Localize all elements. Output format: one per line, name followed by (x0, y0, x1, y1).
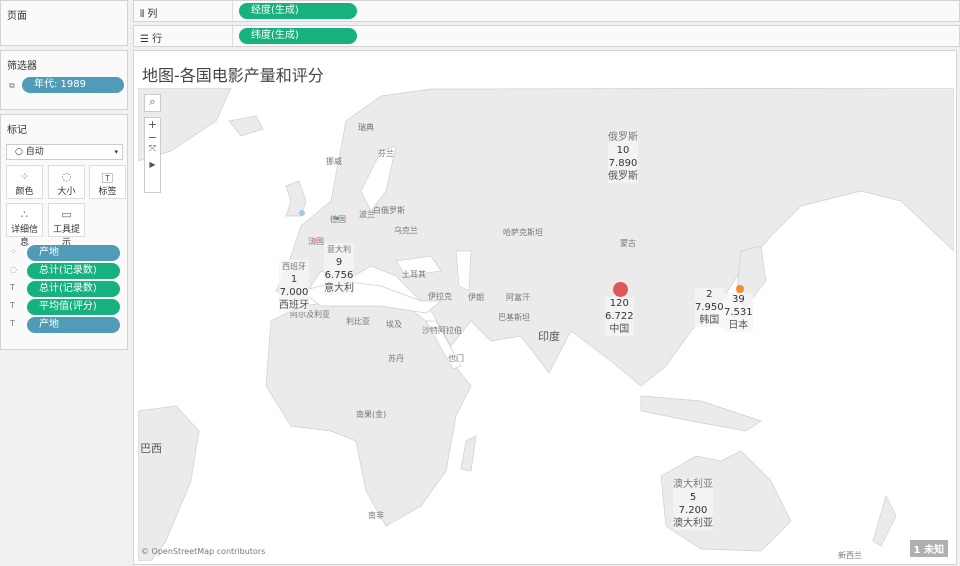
search-icon[interactable]: ⌕ (144, 94, 161, 112)
data-label-korea: 2 7.950 韩国 (695, 288, 724, 327)
field-pill-count-size[interactable]: 总计(记录数) (27, 263, 120, 279)
map-attribution[interactable]: © OpenStreetMap contributors (141, 547, 265, 556)
country-label: 巴西 (140, 442, 162, 455)
land-iceland (228, 115, 264, 137)
mark-type-value: 自动 (25, 147, 44, 157)
data-label-russia: 俄罗斯 10 7.890 俄罗斯 (608, 131, 638, 183)
mark-uk[interactable] (299, 210, 305, 216)
country-label: 白俄罗斯 (373, 206, 405, 215)
chevron-down-icon: ▾ (114, 148, 118, 156)
filter-pill-year[interactable]: 年代: 1989 (22, 77, 124, 93)
label-icon: 🅃 (102, 172, 113, 185)
field-pill-origin-label[interactable]: 产地 (27, 317, 120, 333)
color-icon: ⁘ (19, 170, 30, 183)
marks-card: 标记 ○ 自动 ▾ ⁘ 颜色 ◌ 大小 🅃 标签 ∴ 详细信息 ▭ 工具提示 ⁘ 产地 ◌ 总计… (0, 114, 128, 350)
data-label-china: 120 6.722 中国 (605, 297, 634, 336)
detail-button[interactable]: ∴ 详细信息 (6, 203, 43, 248)
filter-icon: ⧉ (9, 81, 15, 90)
unknown-badge[interactable]: 1 未知 (909, 540, 948, 557)
mark-france[interactable] (313, 238, 318, 243)
country-label: 印度 (538, 330, 560, 343)
label-icon: T (10, 319, 15, 328)
country-label: 挪威 (326, 157, 342, 166)
map-zoom-controls: + − ⤧ ▶ (144, 117, 161, 193)
columns-icon: ⫴ (140, 9, 145, 20)
data-label-italy: 意大利 9 6.756 意大利 (324, 243, 354, 295)
country-label: 也门 (448, 354, 464, 363)
data-label-spain: 西班牙 1 7.000 西班牙 (279, 260, 309, 312)
country-label: 南果(金) (356, 410, 387, 419)
pages-shelf[interactable]: 页面 (0, 0, 128, 46)
country-label: 乌克兰 (394, 226, 418, 235)
detail-icon: ∴ (21, 208, 28, 221)
country-label: 沙特阿拉伯 (422, 326, 462, 335)
country-label: 波兰 (359, 210, 375, 219)
map-canvas[interactable]: ⌕ + − ⤧ ▶ 瑞典 芬兰 挪威 白俄罗斯 波兰 乌克兰 德国 法国 土耳其… (138, 88, 954, 561)
country-label: 利比亚 (346, 317, 370, 326)
zoom-out-icon[interactable]: − (145, 131, 160, 144)
country-label: 苏丹 (388, 354, 404, 363)
tooltip-icon: ▭ (61, 208, 72, 221)
color-icon: ⁘ (10, 247, 17, 256)
field-pill-count-label[interactable]: 总计(记录数) (27, 281, 120, 297)
data-label-australia: 澳大利亚 5 7.200 澳大利亚 (673, 478, 713, 530)
country-label: 埃及 (386, 320, 402, 329)
mark-germany[interactable] (336, 217, 339, 220)
size-icon: ◌ (10, 265, 17, 274)
country-label: 巴基斯坦 (498, 313, 530, 322)
country-label: 土耳其 (402, 270, 426, 279)
rows-pill-latitude[interactable]: 纬度(生成) (239, 28, 357, 44)
land-madagascar (460, 435, 477, 472)
country-label: 伊朗 (468, 293, 484, 302)
columns-shelf[interactable]: ⫴ 列 经度(生成) (133, 0, 960, 22)
reset-map-icon[interactable]: ⤧ (145, 144, 160, 154)
country-label: 南非 (368, 511, 384, 520)
size-icon: ◌ (61, 170, 72, 183)
rows-label: 行 (152, 34, 163, 45)
mark-type-select[interactable]: ○ 自动 ▾ (6, 144, 123, 160)
label-button[interactable]: 🅃 标签 (89, 165, 126, 199)
land-south-america (138, 405, 200, 561)
field-pill-rating-label[interactable]: 平均值(评分) (27, 299, 120, 315)
size-button[interactable]: ◌ 大小 (48, 165, 85, 199)
columns-pill-longitude[interactable]: 经度(生成) (239, 3, 357, 19)
tooltip-button[interactable]: ▭ 工具提示 (48, 203, 85, 248)
label-icon: T (10, 283, 15, 292)
land-newzealand (872, 495, 897, 547)
rows-icon: ☰ (140, 34, 149, 45)
label-icon: T (10, 301, 15, 310)
country-label: 瑞典 (358, 123, 374, 132)
field-pill-origin-color[interactable]: 产地 (27, 245, 120, 261)
country-label: 芬兰 (378, 149, 394, 158)
view-title: 地图-各国电影产量和评分 (142, 66, 324, 85)
country-label: 蒙古 (620, 239, 636, 248)
columns-label: 列 (147, 9, 158, 20)
country-label: 哈萨克斯坦 (503, 228, 543, 237)
expand-arrow-icon[interactable]: ▶ (145, 160, 160, 169)
country-label: 新西兰 (838, 551, 862, 560)
data-label-japan: 39 7.531 日本 (724, 293, 753, 332)
filters-shelf[interactable]: 筛选器 ⧉ 年代: 1989 (0, 50, 128, 110)
mark-japan[interactable] (736, 285, 744, 293)
mark-china[interactable] (613, 282, 628, 297)
filters-title: 筛选器 (7, 61, 37, 72)
map-view: 地图-各国电影产量和评分 ⌕ + − ⤧ ▶ 瑞典 芬兰 挪威 白俄罗斯 波兰 … (133, 50, 957, 565)
rows-shelf[interactable]: ☰ 行 纬度(生成) (133, 25, 960, 47)
land-indonesia (640, 395, 762, 432)
color-button[interactable]: ⁘ 颜色 (6, 165, 43, 199)
zoom-in-icon[interactable]: + (145, 118, 160, 131)
pages-title: 页面 (7, 11, 27, 22)
marks-title: 标记 (7, 125, 27, 136)
country-label: 阿富汗 (506, 293, 530, 302)
country-label: 伊拉克 (428, 292, 452, 301)
map-basemap (138, 88, 954, 561)
